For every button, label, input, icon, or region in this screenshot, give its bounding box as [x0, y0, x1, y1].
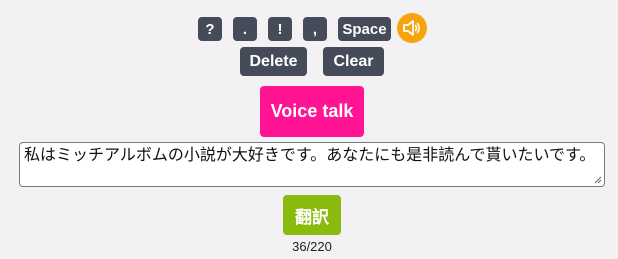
- character-counter: 36/220: [292, 239, 332, 254]
- translate-button[interactable]: 翻訳: [283, 195, 341, 235]
- text-input-area[interactable]: 私はミッチアルボムの小説が大好きです。あなたにも是非読んで貰いたいです。: [19, 142, 605, 187]
- exclamation-button[interactable]: !: [268, 17, 292, 41]
- resize-grip-icon[interactable]: [594, 176, 602, 184]
- question-mark-button[interactable]: ?: [198, 17, 222, 41]
- delete-button[interactable]: Delete: [240, 47, 307, 76]
- speaker-icon: [403, 20, 421, 36]
- speaker-button[interactable]: [397, 13, 427, 43]
- voice-talk-button[interactable]: Voice talk: [260, 86, 364, 137]
- clear-button[interactable]: Clear: [323, 47, 384, 76]
- period-button[interactable]: .: [233, 17, 257, 41]
- voice-input-panel: ? . ! , Space Delete Clear Voice talk 私は…: [0, 0, 618, 259]
- text-input-value: 私はミッチアルボムの小説が大好きです。あなたにも是非読んで貰いたいです。: [24, 145, 596, 164]
- space-button[interactable]: Space: [338, 17, 391, 41]
- comma-button[interactable]: ,: [303, 17, 327, 41]
